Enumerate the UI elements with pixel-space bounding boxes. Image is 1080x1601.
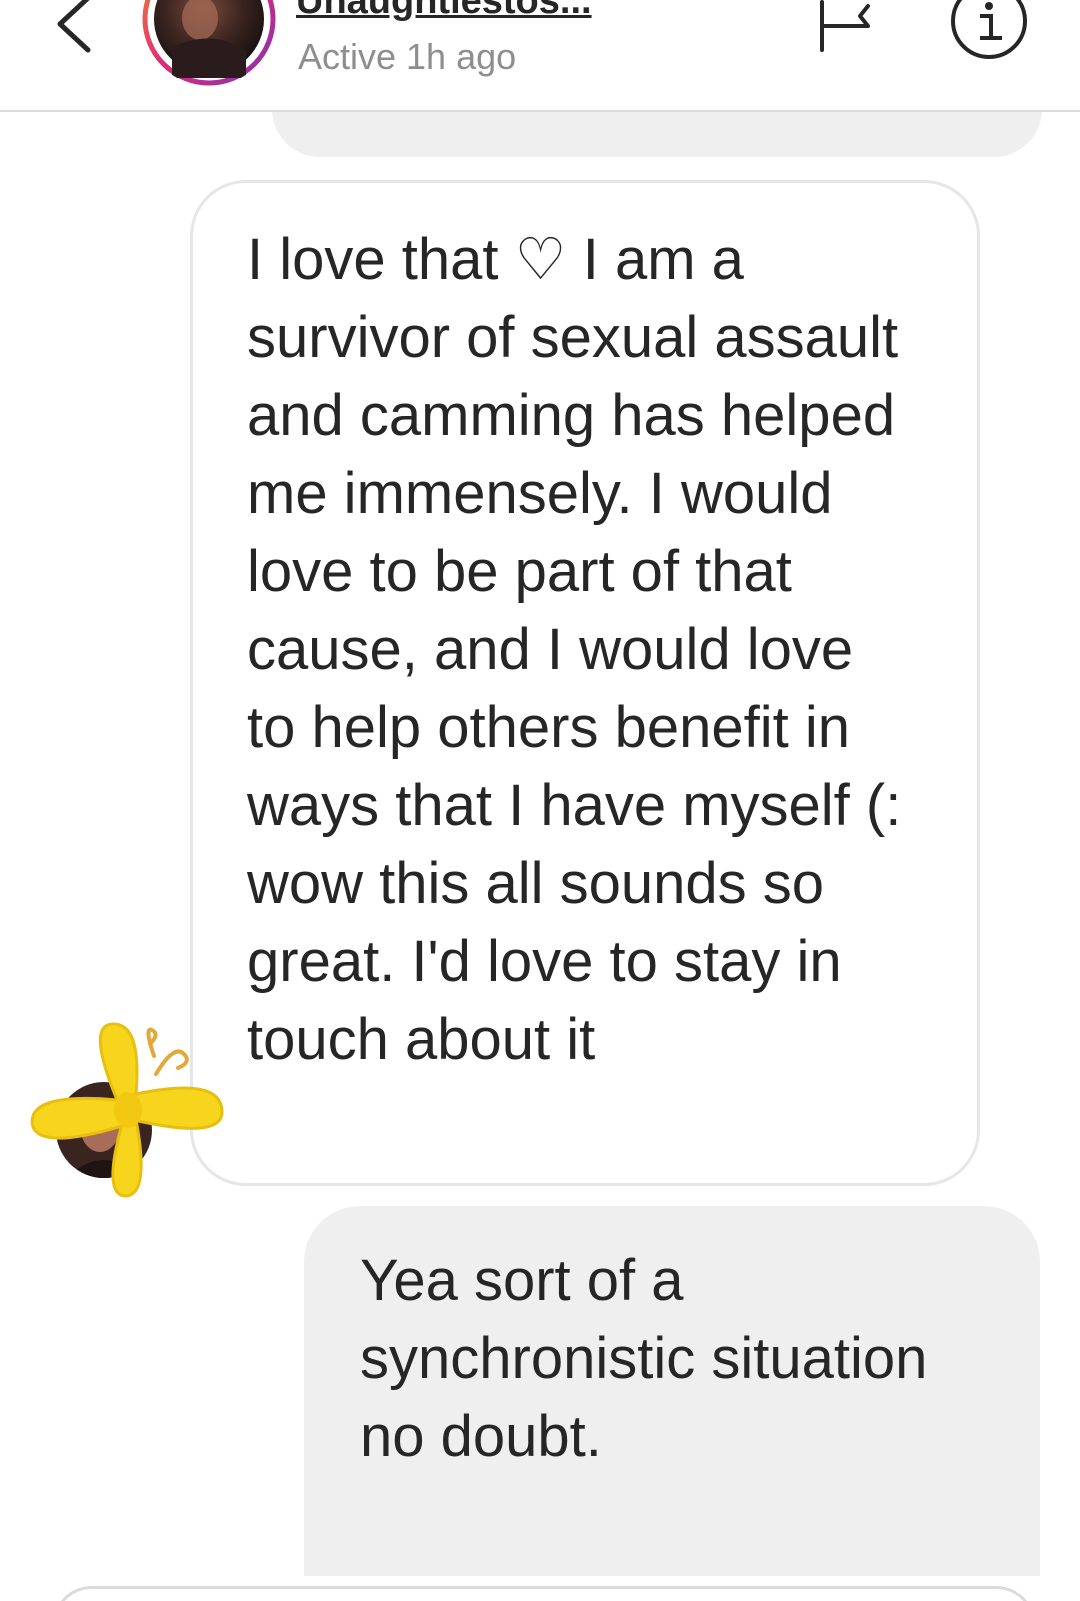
flag-button[interactable]: [816, 0, 876, 56]
header-avatar[interactable]: [142, 0, 276, 86]
chevron-left-icon: [57, 0, 91, 53]
info-button[interactable]: [948, 0, 1030, 62]
outgoing-message-text: Yea sort of a synchronistic situation no…: [360, 1248, 928, 1469]
back-button[interactable]: [44, 0, 114, 60]
butterfly-sticker[interactable]: [26, 1020, 236, 1200]
chat-username[interactable]: Unaughtiestos...: [296, 0, 592, 23]
info-icon: [951, 0, 1027, 59]
direct-message-screen: Unaughtiestos... Active 1h ago I love th…: [0, 0, 1080, 1601]
message-composer[interactable]: [52, 1586, 1036, 1601]
active-status: Active 1h ago: [298, 36, 517, 77]
outgoing-message-bubble[interactable]: Yea sort of a synchronistic situation no…: [304, 1206, 1040, 1576]
incoming-message-bubble[interactable]: I love that ♡ I am a survivor of sexual …: [190, 180, 980, 1186]
incoming-message-text: I love that ♡ I am a survivor of sexual …: [247, 227, 902, 1072]
flag-icon: [820, 0, 870, 52]
chat-header: Unaughtiestos... Active 1h ago: [0, 0, 1080, 112]
butterfly-icon: [30, 1022, 224, 1198]
